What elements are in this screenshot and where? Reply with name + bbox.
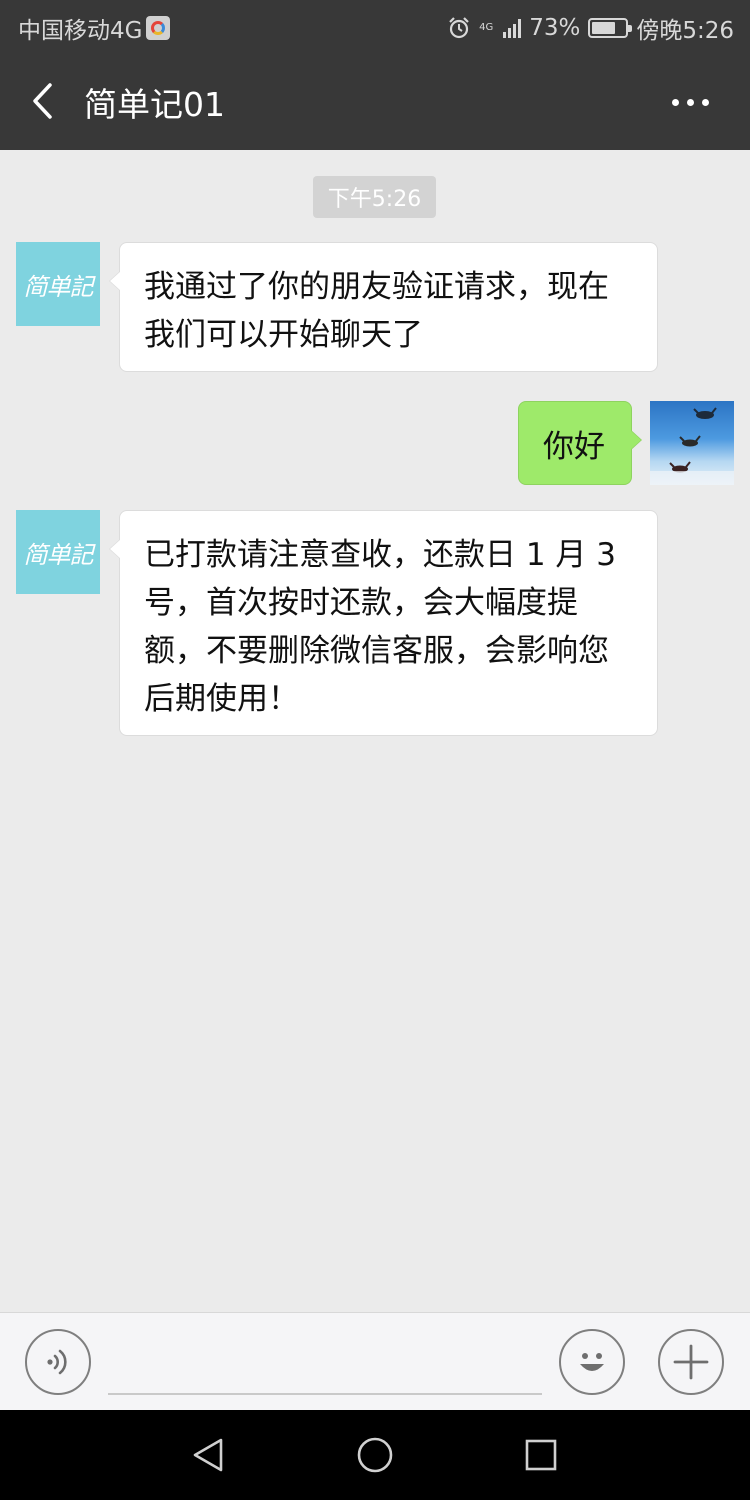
- chat-header: 简单记01: [0, 52, 750, 150]
- status-time: 傍晚5:26: [636, 18, 734, 44]
- message-list[interactable]: 下午5:26 简单記 我通过了你的朋友验证请求，现在我们可以开始聊天了 你好 简…: [0, 150, 750, 1312]
- input-bar: [0, 1312, 750, 1410]
- message-text: 你好: [543, 428, 605, 465]
- system-navigation-bar: [0, 1410, 750, 1500]
- battery-icon: [588, 18, 633, 38]
- more-dots-icon: [671, 98, 679, 106]
- battery-fill: [592, 22, 616, 34]
- avatar-logo-text: 简单記: [23, 272, 94, 301]
- message-input[interactable]: [108, 1335, 542, 1395]
- recent-apps-square-icon: [525, 1439, 557, 1471]
- message-text: 已打款请注意查收，还款日 1 月 3 号，首次按时还款，会大幅度提额，不要删除微…: [144, 537, 617, 717]
- signal-icon: [503, 18, 522, 38]
- chevron-left-icon: [33, 83, 52, 119]
- avatar-logo-text: 简单記: [23, 540, 94, 569]
- voice-input-icon: [47, 1349, 67, 1375]
- self-avatar[interactable]: [650, 401, 734, 485]
- system-back-button[interactable]: [178, 1430, 238, 1480]
- status-right: 4G 73% 傍晚5:26: [447, 11, 734, 45]
- more-functions-button[interactable]: [658, 1329, 724, 1395]
- back-button[interactable]: [22, 78, 62, 124]
- message-text: 我通过了你的朋友验证请求，现在我们可以开始聊天了: [144, 269, 609, 353]
- alarm-icon: [449, 17, 469, 39]
- skydivers-photo-icon: [650, 407, 734, 485]
- more-options-button[interactable]: [660, 82, 720, 122]
- battery-percent: 73%: [529, 15, 581, 41]
- contact-avatar[interactable]: 简单記: [16, 242, 100, 326]
- message-bubble-outgoing[interactable]: 你好: [518, 401, 642, 485]
- message-bubble-incoming[interactable]: 已打款请注意查收，还款日 1 月 3 号，首次按时还款，会大幅度提额，不要删除微…: [109, 510, 658, 736]
- carrier-label: 中国移动4G: [18, 18, 143, 44]
- add-plus-icon: [673, 1344, 709, 1380]
- timestamp-badge: 下午5:26: [313, 176, 436, 218]
- home-circle-icon: [357, 1437, 393, 1473]
- emoji-icon: [580, 1353, 604, 1371]
- back-triangle-icon: [193, 1438, 223, 1472]
- network-type-label: 4G: [479, 22, 494, 33]
- system-recents-button[interactable]: [511, 1430, 571, 1480]
- contact-avatar[interactable]: 简单記: [16, 510, 100, 594]
- app-notification-icon: [146, 16, 171, 40]
- chat-title: 简单记01: [84, 85, 225, 124]
- status-left: 中国移动4G: [18, 11, 171, 45]
- system-home-button[interactable]: [345, 1430, 405, 1480]
- message-bubble-incoming[interactable]: 我通过了你的朋友验证请求，现在我们可以开始聊天了: [109, 242, 658, 372]
- voice-button[interactable]: [25, 1329, 91, 1395]
- status-bar: 中国移动4G 4G 73% 傍晚5:26: [0, 0, 750, 52]
- emoji-button[interactable]: [559, 1329, 625, 1395]
